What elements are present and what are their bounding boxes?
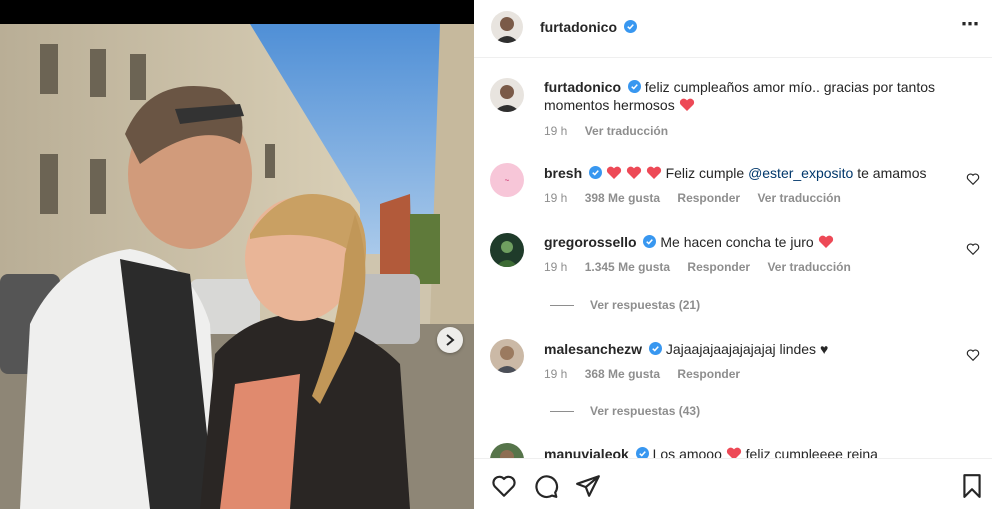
replies-divider [550, 305, 574, 307]
caption-body: furtadonico feliz cumpleaños amor mío.. … [544, 78, 944, 114]
post-details-panel: furtadonico ⋯ furtadonico feliz cumpleañ… [474, 0, 992, 509]
caption-time: 19 h [544, 124, 568, 138]
comment-likes[interactable]: 1.345 Me gusta [585, 260, 670, 274]
verified-badge-icon [624, 20, 638, 33]
comment-avatar[interactable] [490, 233, 524, 267]
avatar-image: ~ [490, 163, 524, 197]
view-replies-button[interactable]: Ver respuestas (43) [550, 404, 700, 418]
like-comment-heart-icon[interactable] [966, 242, 980, 256]
author-avatar[interactable] [491, 11, 523, 43]
post-image [0, 24, 474, 509]
red-heart-emoji-icon [626, 166, 641, 179]
translate-link[interactable]: Ver traducción [757, 191, 840, 205]
comment-time: 19 h [544, 191, 568, 205]
red-heart-emoji-icon [818, 235, 833, 248]
view-replies-label: Ver respuestas (43) [590, 404, 701, 418]
avatar-image [491, 11, 523, 43]
post-action-bar [474, 458, 992, 509]
like-comment-heart-icon[interactable] [966, 348, 980, 362]
post-header: furtadonico ⋯ [474, 0, 992, 58]
comment-time: 19 h [544, 367, 568, 381]
comment-meta: 19 h 1.345 Me gusta Responder Ver traduc… [544, 260, 865, 274]
comment-body: bresh Feliz cumple @ester_exposito te am… [544, 164, 944, 182]
avatar-image [490, 233, 524, 267]
verified-badge-icon [648, 342, 662, 355]
comment-text: Jajaajajaajajajajaj lindes ♥ [665, 341, 829, 357]
comment-malesanchezw: malesanchezw Jajaajajaajajajajaj lindes … [490, 336, 980, 418]
verified-badge-icon [635, 447, 649, 458]
caption-avatar[interactable] [490, 78, 524, 112]
comment-time: 19 h [544, 260, 568, 274]
comment-bresh: ~ bresh Feliz cumple @ester_exposito te … [490, 161, 980, 211]
red-heart-emoji-icon [606, 166, 621, 179]
comment-meta: 19 h 398 Me gusta Responder Ver traducci… [544, 191, 855, 205]
like-heart-icon[interactable] [491, 473, 517, 499]
comment-text-end: feliz cumpleeee reina [745, 446, 878, 458]
comment-manuvialeok: manuvialeok Los amooo feliz cumpleeee re… [490, 443, 970, 458]
red-heart-emoji-icon [646, 166, 661, 179]
like-comment-heart-icon[interactable] [966, 172, 980, 186]
author-username[interactable]: furtadonico [540, 19, 617, 35]
comment-avatar[interactable] [490, 443, 524, 458]
comment-bubble-icon[interactable] [533, 473, 559, 499]
comment-text: Los amooo [652, 446, 722, 458]
comment-text: Me hacen concha te juro [660, 234, 814, 250]
reply-button[interactable]: Responder [687, 260, 750, 274]
header-username-row: furtadonico [540, 19, 638, 37]
mention-link[interactable]: @ester_exposito [748, 165, 853, 181]
red-heart-emoji-icon [726, 447, 741, 458]
next-photo-button[interactable] [437, 327, 463, 353]
comment-avatar[interactable]: ~ [490, 163, 524, 197]
verified-badge-icon [643, 235, 657, 248]
comment-likes[interactable]: 368 Me gusta [585, 367, 660, 381]
replies-divider [550, 411, 574, 413]
comment-body: malesanchezw Jajaajajaajajajajaj lindes … [544, 340, 944, 358]
comment-text: Feliz cumple [665, 165, 745, 181]
save-bookmark-icon[interactable] [959, 473, 985, 499]
caption-username[interactable]: furtadonico [544, 79, 621, 95]
avatar-image [490, 443, 524, 458]
view-replies-label: Ver respuestas (21) [590, 298, 701, 312]
heart-emojis [606, 165, 666, 181]
comment-text-end: te amamos [857, 165, 927, 181]
avatar-image [490, 78, 524, 112]
comment-username[interactable]: bresh [544, 165, 582, 181]
comment-avatar[interactable] [490, 339, 524, 373]
caption-meta: 19 h Ver traducción [544, 124, 682, 138]
comment-username[interactable]: malesanchezw [544, 341, 642, 357]
red-heart-emoji-icon [679, 98, 694, 111]
comment-gregorossello: gregorossello Me hacen concha te juro 19… [490, 230, 980, 312]
comment-body: gregorossello Me hacen concha te juro [544, 233, 944, 251]
caption: furtadonico feliz cumpleaños amor mío.. … [490, 76, 970, 142]
comments-list: furtadonico feliz cumpleaños amor mío.. … [474, 58, 992, 458]
comment-body: manuvialeok Los amooo feliz cumpleeee re… [544, 445, 944, 458]
post-photo [0, 24, 474, 509]
reply-button[interactable]: Responder [677, 191, 740, 205]
avatar-image [490, 339, 524, 373]
instagram-post-view: furtadonico ⋯ furtadonico feliz cumpleañ… [0, 0, 992, 509]
translate-link[interactable]: Ver traducción [767, 260, 850, 274]
comment-username[interactable]: manuvialeok [544, 446, 629, 458]
comment-likes[interactable]: 398 Me gusta [585, 191, 660, 205]
more-options-icon[interactable]: ⋯ [961, 14, 980, 35]
verified-badge-icon [589, 166, 603, 179]
top-black-bar [0, 0, 474, 24]
view-replies-button[interactable]: Ver respuestas (21) [550, 298, 700, 312]
caption-translate-link[interactable]: Ver traducción [585, 124, 668, 138]
reply-button[interactable]: Responder [677, 367, 740, 381]
chevron-right-icon [446, 334, 455, 346]
comment-meta: 19 h 368 Me gusta Responder [544, 367, 754, 381]
svg-text:~: ~ [505, 176, 510, 185]
verified-badge-icon [627, 80, 641, 93]
comment-username[interactable]: gregorossello [544, 234, 637, 250]
share-send-icon[interactable] [575, 473, 601, 499]
